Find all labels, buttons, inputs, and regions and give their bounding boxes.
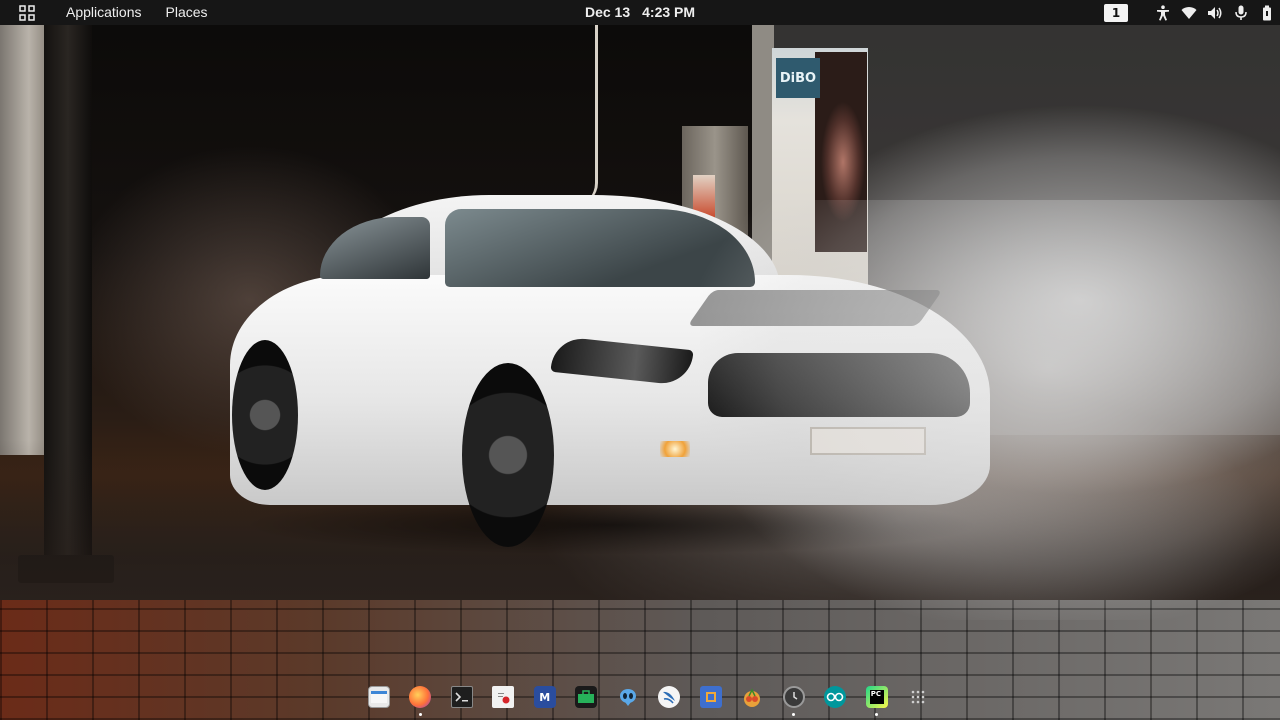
dock: M PC [358, 686, 939, 716]
dock-item-text-editor[interactable] [483, 686, 525, 716]
wallpaper-poster-logo: DiBO [776, 58, 820, 98]
wallpaper-hose [576, 25, 598, 205]
microphone-icon[interactable] [1228, 0, 1254, 25]
files-icon [367, 686, 390, 708]
dock-item-show-apps[interactable] [898, 686, 940, 716]
dock-item-clock-app[interactable] [773, 686, 815, 716]
top-panel: Applications Places Dec 13 4:23 PM 1 [0, 0, 1280, 25]
wifi-icon[interactable] [1176, 0, 1202, 25]
accessibility-icon[interactable] [1150, 0, 1176, 25]
app-grid-icon [19, 4, 35, 21]
dock-item-burpsuite[interactable] [690, 686, 732, 716]
battery-icon[interactable] [1254, 0, 1280, 25]
clock-date: Dec 13 [584, 4, 631, 20]
metasploit-icon: M [533, 686, 556, 708]
status-area: 1 [1104, 0, 1280, 25]
volume-icon[interactable] [1202, 0, 1228, 25]
car-foglight [660, 441, 690, 457]
pycharm-icon: PC [865, 686, 888, 708]
terminal-icon [450, 686, 473, 708]
clock-button[interactable]: Dec 13 4:23 PM [585, 0, 695, 25]
kali-dragon-icon [658, 686, 681, 708]
text-editor-icon [492, 686, 515, 708]
arduino-icon [824, 686, 847, 708]
clock-icon [782, 686, 805, 708]
activities-button[interactable] [0, 0, 54, 25]
running-indicator [792, 713, 796, 716]
workspace-indicator[interactable]: 1 [1104, 3, 1128, 22]
cherrytree-icon [741, 686, 763, 708]
maltego-icon [575, 686, 598, 708]
car-side-window [320, 217, 430, 279]
alien-icon [617, 686, 639, 708]
dock-item-terminal[interactable] [441, 686, 483, 716]
firefox-icon [409, 686, 432, 708]
dock-item-alien-app[interactable] [607, 686, 649, 716]
car-front-wheel [462, 363, 554, 547]
show-apps-grid-icon [907, 686, 929, 708]
wallpaper-smoke [700, 200, 1280, 620]
running-indicator [875, 713, 879, 716]
desktop-wallpaper: DiBO [0, 0, 1280, 720]
dock-item-pycharm[interactable]: PC [856, 686, 898, 716]
wallpaper-wall [0, 25, 48, 455]
dock-item-kali-bird[interactable] [649, 686, 691, 716]
applications-menu[interactable]: Applications [54, 0, 154, 25]
running-indicator [418, 713, 422, 716]
dock-item-files[interactable] [358, 686, 400, 716]
car-rear-wheel [232, 340, 298, 490]
dock-item-firefox[interactable] [400, 686, 442, 716]
places-menu[interactable]: Places [154, 0, 220, 25]
clock-time: 4:23 PM [642, 4, 696, 20]
dock-item-arduino[interactable] [815, 686, 857, 716]
dock-item-metasploit[interactable]: M [524, 686, 566, 716]
burpsuite-icon [699, 686, 722, 708]
dock-item-cherrytree[interactable] [732, 686, 774, 716]
dock-item-maltego[interactable] [566, 686, 608, 716]
